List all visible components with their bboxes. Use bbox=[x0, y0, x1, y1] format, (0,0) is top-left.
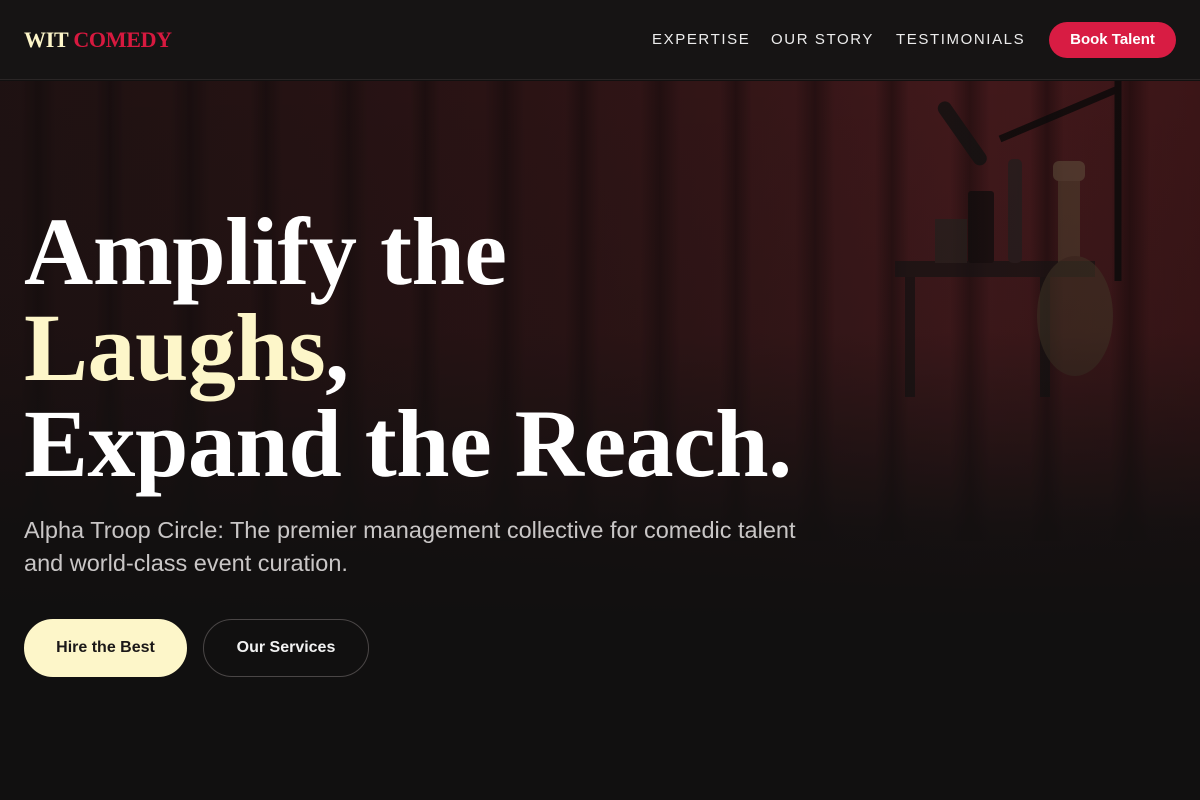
headline-comma: , bbox=[325, 294, 349, 401]
headline-line-2: Laughs, bbox=[24, 300, 792, 396]
site-header: WIT COMEDY EXPERTISE OUR STORY TESTIMONIA… bbox=[0, 0, 1200, 80]
nav-link-our-story[interactable]: OUR STORY bbox=[771, 31, 874, 49]
our-services-button[interactable]: Our Services bbox=[203, 619, 369, 677]
hero-subtitle: Alpha Troop Circle: The premier manageme… bbox=[24, 517, 796, 576]
nav-link-expertise[interactable]: EXPERTISE bbox=[652, 31, 750, 49]
main-nav: EXPERTISE OUR STORY TESTIMONIALS bbox=[0, 31, 1200, 51]
headline-line-3: Expand the Reach. bbox=[24, 390, 792, 497]
headline-line-1: Amplify the bbox=[24, 198, 507, 305]
book-talent-button[interactable]: Book Talent bbox=[1049, 22, 1176, 58]
nav-link-testimonials[interactable]: TESTIMONIALS bbox=[896, 31, 1025, 49]
hero-headline: Amplify the Laughs, Expand the Reach. bbox=[24, 204, 792, 492]
landing-page: WIT COMEDY EXPERTISE OUR STORY TESTIMONIA… bbox=[0, 0, 1200, 800]
headline-accent-word: Laughs bbox=[24, 294, 326, 401]
hire-the-best-button[interactable]: Hire the Best bbox=[24, 619, 187, 677]
